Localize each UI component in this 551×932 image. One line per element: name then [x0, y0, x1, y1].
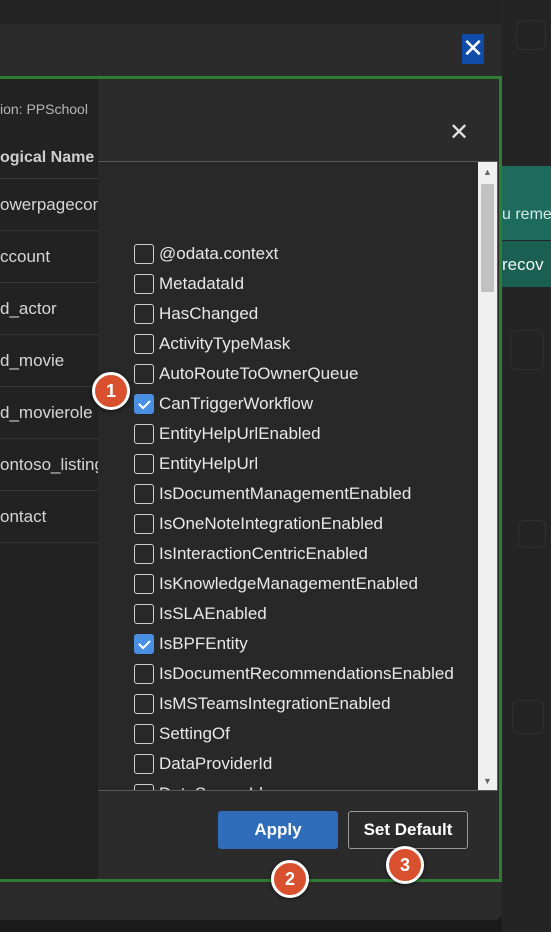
solution-label: ion: PPSchool — [0, 101, 88, 117]
column-option-label: ActivityTypeMask — [159, 334, 291, 353]
outer-close-icon[interactable]: ✕ — [462, 34, 484, 64]
checkbox[interactable] — [134, 244, 154, 264]
column-option[interactable]: EntityHelpUrlEnabled — [134, 419, 321, 449]
column-option-label: EntityHelpUrlEnabled — [159, 424, 321, 443]
background-doodle — [516, 20, 546, 50]
column-option-label: IsInteractionCentricEnabled — [159, 544, 368, 563]
column-option-label: IsKnowledgeManagementEnabled — [159, 574, 418, 593]
column-option[interactable]: @odata.context — [134, 239, 278, 269]
table-row[interactable]: d_actor — [0, 283, 98, 335]
checkbox[interactable] — [134, 454, 154, 474]
column-option[interactable]: IsOneNoteIntegrationEnabled — [134, 509, 383, 539]
column-option[interactable]: HasChanged — [134, 299, 258, 329]
checkbox[interactable] — [134, 484, 154, 504]
checkbox[interactable] — [134, 544, 154, 564]
checkbox[interactable] — [134, 724, 154, 744]
column-option-label: DataSourceId — [159, 784, 263, 790]
column-option[interactable]: AutoRouteToOwnerQueue — [134, 359, 358, 389]
background-app: u remem recov — [502, 0, 551, 932]
checkbox[interactable] — [134, 274, 154, 294]
background-banner-text: u remem — [502, 206, 551, 223]
background-banner-link-text: recov — [502, 255, 544, 274]
column-option-label: IsDocumentManagementEnabled — [159, 484, 412, 503]
column-option-label: EntityHelpUrl — [159, 454, 259, 473]
checkbox[interactable] — [134, 364, 154, 384]
scroll-up-icon[interactable]: ▲ — [478, 164, 497, 180]
column-option-label: AutoRouteToOwnerQueue — [159, 364, 359, 383]
checkbox[interactable] — [134, 784, 154, 790]
highlight-frame: ion: PPSchool ogical Name owerpagecom cc… — [0, 76, 502, 882]
column-option[interactable]: CanTriggerWorkflow — [134, 389, 313, 419]
table-row[interactable]: d_movie — [0, 335, 98, 387]
column-option[interactable]: DataSourceId — [134, 779, 263, 790]
column-option[interactable]: EntityHelpUrl — [134, 449, 258, 479]
background-doodle — [518, 520, 546, 548]
column-option-label: DataProviderId — [159, 754, 273, 773]
column-option[interactable]: IsDocumentRecommendationsEnabled — [134, 659, 454, 689]
column-option-label: @odata.context — [159, 244, 279, 263]
table-row[interactable]: d_movierole — [0, 387, 98, 439]
column-header-logical-name[interactable]: ogical Name — [0, 139, 98, 179]
column-option[interactable]: SettingOf — [134, 719, 230, 749]
background-banner-link: recov — [502, 241, 551, 287]
outer-dialog: ✕ ion: PPSchool ogical Name owerpagecom … — [0, 0, 502, 920]
scrollbar-thumb[interactable] — [481, 184, 494, 292]
column-option-label: IsMSTeamsIntegrationEnabled — [159, 694, 391, 713]
apply-button[interactable]: Apply — [218, 811, 338, 849]
checkbox[interactable] — [134, 304, 154, 324]
checkbox[interactable] — [134, 694, 154, 714]
background-doodle — [512, 700, 544, 734]
background-doodle — [510, 330, 544, 370]
column-list[interactable]: @odata.context MetadataId HasChanged Activi… — [98, 161, 498, 791]
table-row[interactable]: owerpagecom — [0, 179, 98, 231]
checkbox[interactable] — [134, 604, 154, 624]
column-option[interactable]: IsSLAEnabled — [134, 599, 267, 629]
column-option-label: CanTriggerWorkflow — [159, 394, 313, 413]
step-badge-2: 2 — [271, 860, 309, 898]
step-badge-1: 1 — [92, 372, 130, 410]
checkbox[interactable] — [134, 514, 154, 534]
table-row[interactable]: ontoso_listing — [0, 439, 98, 491]
column-option-label: IsOneNoteIntegrationEnabled — [159, 514, 383, 533]
column-option-label: IsSLAEnabled — [159, 604, 267, 623]
column-option[interactable]: MetadataId — [134, 269, 244, 299]
column-option-label: MetadataId — [159, 274, 245, 293]
checkbox[interactable] — [134, 334, 154, 354]
list-scrollbar[interactable]: ▲ ▼ — [478, 162, 497, 790]
column-option[interactable]: IsInteractionCentricEnabled — [134, 539, 368, 569]
checkbox-checked[interactable] — [134, 394, 154, 414]
checkbox-checked[interactable] — [134, 634, 154, 654]
column-option-label: IsBPFEntity — [159, 634, 248, 653]
table-row[interactable]: ccount — [0, 231, 98, 283]
column-option[interactable]: IsBPFEntity — [134, 629, 248, 659]
column-option-label: IsDocumentRecommendationsEnabled — [159, 664, 454, 683]
column-option[interactable]: IsKnowledgeManagementEnabled — [134, 569, 418, 599]
set-default-button[interactable]: Set Default — [348, 811, 468, 849]
step-badge-3: 3 — [386, 846, 424, 884]
close-icon[interactable]: ✕ — [446, 119, 472, 145]
dialog-bottom-strip — [0, 882, 502, 920]
scroll-down-icon[interactable]: ▼ — [478, 773, 497, 789]
checkbox[interactable] — [134, 424, 154, 444]
background-banner: u remem — [502, 166, 551, 240]
checkbox[interactable] — [134, 574, 154, 594]
entity-table: ion: PPSchool ogical Name owerpagecom cc… — [0, 79, 98, 879]
dialog-top-strip — [0, 0, 502, 24]
column-option-label: SettingOf — [159, 724, 230, 743]
column-option[interactable]: ActivityTypeMask — [134, 329, 290, 359]
column-picker-modal: ✕ @odata.context MetadataId HasChanged Acti… — [98, 79, 499, 879]
checkbox[interactable] — [134, 664, 154, 684]
column-option-label: HasChanged — [159, 304, 259, 323]
column-option[interactable]: DataProviderId — [134, 749, 272, 779]
checkbox[interactable] — [134, 754, 154, 774]
column-option[interactable]: IsDocumentManagementEnabled — [134, 479, 411, 509]
table-row[interactable]: ontact — [0, 491, 98, 543]
column-option[interactable]: IsMSTeamsIntegrationEnabled — [134, 689, 391, 719]
